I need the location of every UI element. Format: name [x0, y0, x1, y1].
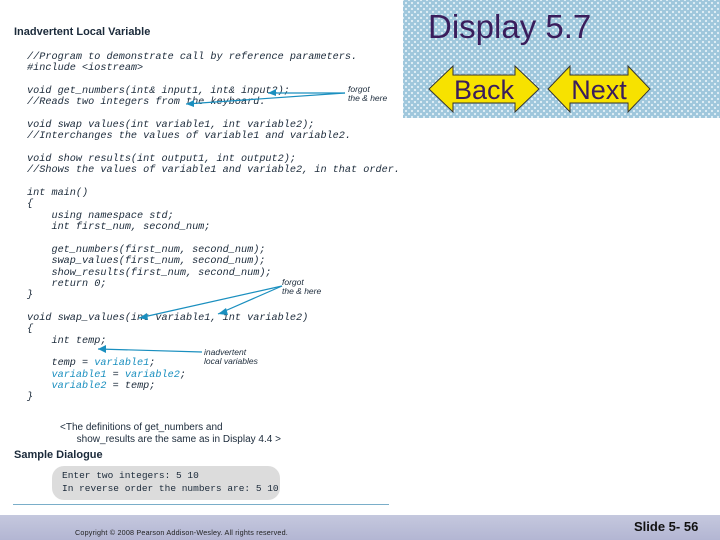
arrow-head-icon — [186, 100, 194, 107]
annotation-forgot-ampersand: forgot the & here — [282, 277, 322, 296]
arrow-line-3 — [138, 285, 283, 319]
annotation-inadvertent-locals: inadvertent local variables — [204, 347, 258, 366]
arrow-head-icon — [218, 308, 228, 315]
sample-dialogue-box: Enter two integers: 5 10 In reverse orde… — [52, 466, 280, 500]
arrow-head-icon — [139, 313, 148, 320]
arrow-head-icon — [268, 89, 276, 96]
slide-number: Slide 5- 56 — [634, 519, 699, 534]
divider — [13, 504, 389, 505]
definitions-note: <The definitions of get_numbers and show… — [60, 422, 281, 445]
copyright-text: Copyright © 2008 Pearson Addison-Wesley.… — [75, 528, 288, 537]
sample-dialogue-heading: Sample Dialogue — [14, 449, 103, 461]
arrow-line-4 — [217, 285, 283, 315]
annotation-forgot-ampersand: forgot the & here — [348, 84, 388, 103]
arrow-line-5 — [97, 348, 203, 353]
annotation-arrows — [97, 89, 346, 353]
arrow-head-icon — [98, 345, 106, 353]
arrow-line-1 — [185, 92, 346, 105]
